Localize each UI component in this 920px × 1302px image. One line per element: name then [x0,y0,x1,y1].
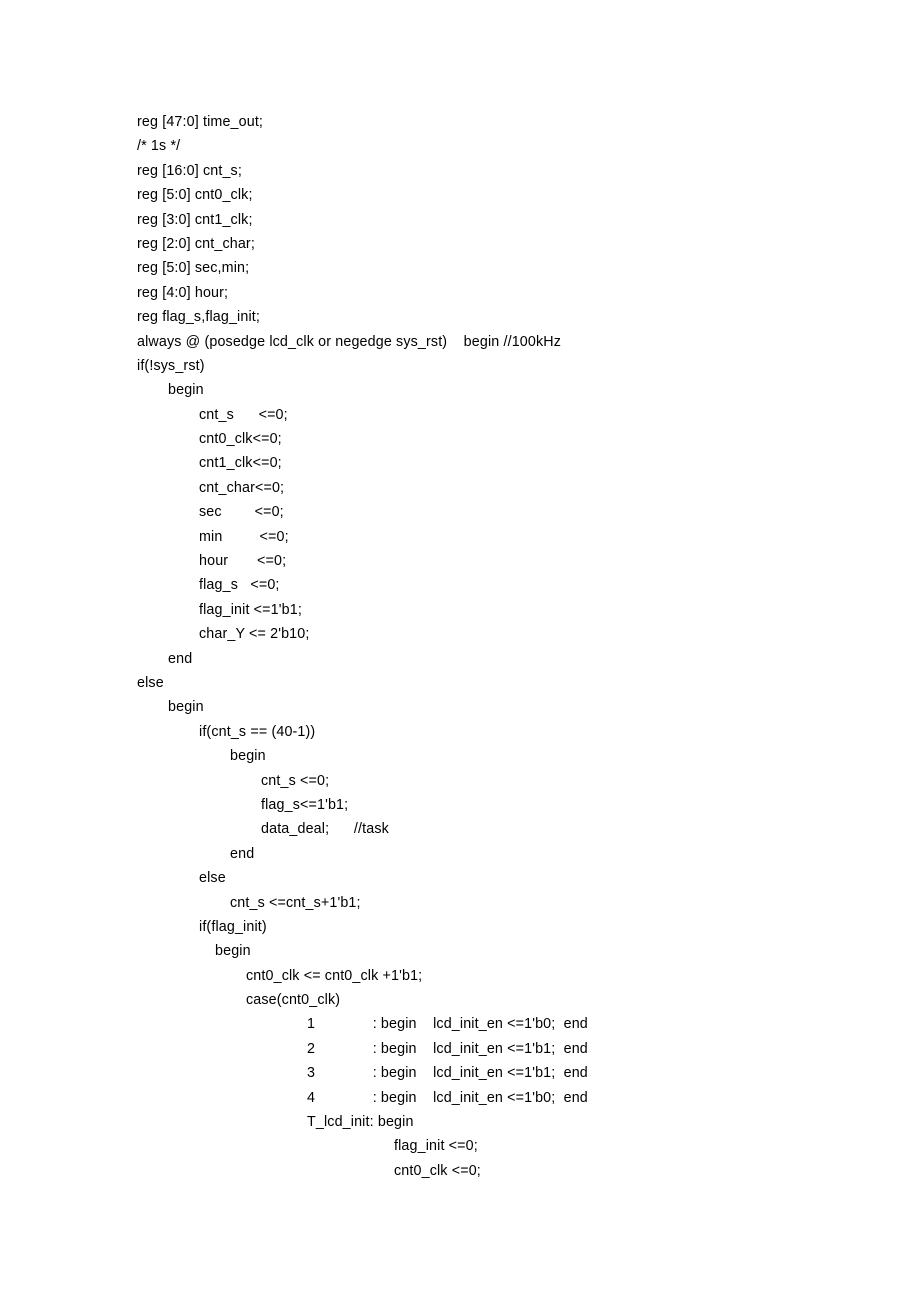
code-line: always @ (posedge lcd_clk or negedge sys… [137,333,562,350]
code-line: data_deal; //task [261,821,389,838]
code-line: end [230,845,255,862]
code-line: cnt0_clk <= cnt0_clk +1'b1; [246,967,423,984]
code-line: sec <=0; [199,504,284,521]
code-line: reg [16:0] cnt_s; [137,162,242,179]
code-line: flag_init <=1'b1; [199,601,302,618]
code-line: 3 : begin lcd_init_en <=1'b1; end [307,1065,588,1082]
code-line: if(cnt_s == (40-1)) [199,723,316,740]
document-page: reg [47:0] time_out; /* 1s */ reg [16:0] c… [0,0,920,1302]
code-line: 2 : begin lcd_init_en <=1'b1; end [307,1040,588,1057]
code-line: if(flag_init) [199,918,267,935]
code-line: cnt0_clk <=0; [394,1162,481,1179]
code-line: cnt_s <=0; [199,406,288,423]
code-line: 4 : begin lcd_init_en <=1'b0; end [307,1089,588,1106]
code-line: cnt1_clk<=0; [199,455,282,472]
code-line: if(!sys_rst) [137,357,205,374]
code-line: reg [4:0] hour; [137,284,229,301]
code-line: begin [230,748,266,765]
code-line: reg [3:0] cnt1_clk; [137,211,253,228]
code-line: /* 1s */ [137,138,181,155]
code-line: else [137,674,164,691]
code-line: cnt0_clk<=0; [199,431,282,448]
code-line: hour <=0; [199,553,287,570]
code-line: reg [47:0] time_out; [137,114,264,130]
code-line: reg [5:0] cnt0_clk; [137,187,253,204]
code-line: 1 : begin lcd_init_en <=1'b0; end [307,1016,588,1033]
code-line: char_Y <= 2'b10; [199,626,310,643]
code-line: begin [215,943,251,960]
code-line: cnt_s <=0; [261,772,330,789]
code-line: reg flag_s,flag_init; [137,309,261,326]
code-line: begin [168,699,204,716]
code-line: flag_init <=0; [394,1138,478,1155]
code-line: case(cnt0_clk) [246,992,341,1009]
code-line: flag_s<=1'b1; [261,796,349,813]
code-line: reg [2:0] cnt_char; [137,235,255,252]
code-line: flag_s <=0; [199,577,280,594]
code-line: cnt_s <=cnt_s+1'b1; [230,894,361,911]
code-line: end [168,650,193,667]
code-listing: reg [47:0] time_out; /* 1s */ reg [16:0] c… [137,110,877,1183]
code-line: cnt_char<=0; [199,479,285,496]
code-line: min <=0; [199,528,289,545]
code-line: T_lcd_init: begin [307,1114,414,1131]
code-line: begin [168,382,204,399]
code-line: reg [5:0] sec,min; [137,260,250,277]
code-line: else [199,870,226,887]
